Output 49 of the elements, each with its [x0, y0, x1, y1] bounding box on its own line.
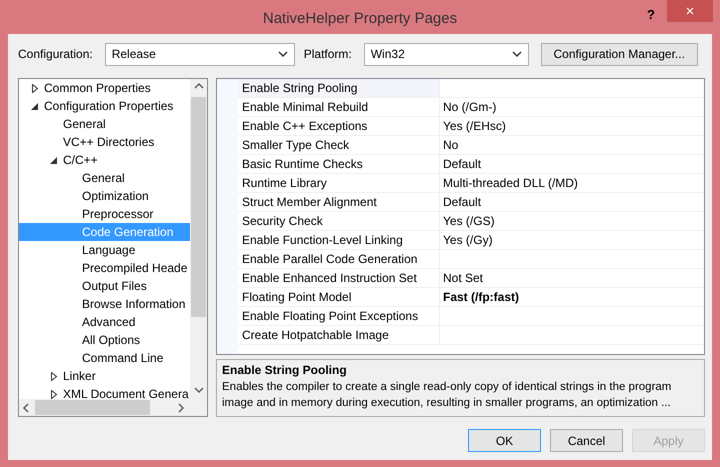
collapsed-triangle-icon[interactable]	[50, 372, 58, 380]
property-value[interactable]: Multi-threaded DLL (/MD)	[440, 174, 704, 192]
help-button[interactable]: ?	[638, 4, 664, 24]
configuration-label: Configuration:	[18, 47, 93, 61]
description-text: Enables the compiler to create a single read-only copy of identical strings in the program image and in memory during execution, resulting in smaller programs, an optimization ...	[222, 380, 672, 411]
tree-item[interactable]: All Options	[19, 331, 190, 349]
window-title: NativeHelper Property Pages	[262, 8, 458, 26]
tree-item[interactable]: Precompiled Heade	[19, 259, 190, 277]
property-value[interactable]: Not Set	[440, 269, 704, 287]
property-value[interactable]: Yes (/GS)	[440, 212, 704, 230]
tree-item[interactable]: Common Properties	[19, 79, 190, 97]
platform-dropdown[interactable]: Win32	[364, 42, 529, 66]
property-value[interactable]: Fast (/fp:fast)	[440, 288, 704, 306]
dialog-button[interactable]: Cancel	[550, 429, 623, 452]
property-value[interactable]: No (/Gm-)	[440, 98, 704, 116]
property-name[interactable]: Enable String Pooling	[238, 79, 440, 97]
property-value[interactable]: Yes (/EHsc)	[440, 117, 704, 135]
property-value[interactable]: Default	[440, 155, 704, 173]
configuration-dropdown[interactable]: Release	[104, 42, 295, 66]
tree-item[interactable]: XML Document Genera	[19, 385, 190, 399]
tree-item[interactable]: Command Line	[19, 349, 190, 367]
horizontal-scrollbar[interactable]	[19, 399, 190, 416]
collapsed-triangle-icon[interactable]	[30, 84, 38, 92]
configuration-manager-button[interactable]: Configuration Manager...	[540, 42, 698, 66]
tree-item[interactable]: General	[19, 169, 190, 187]
tree-item[interactable]: General	[19, 115, 190, 133]
dialog-button[interactable]: OK	[468, 429, 541, 452]
property-value[interactable]: Yes (/Gy)	[440, 231, 704, 249]
chevron-down-icon	[512, 51, 522, 57]
property-value[interactable]: No	[440, 136, 704, 154]
tree-item[interactable]: Preprocessor	[19, 205, 190, 223]
tree-item[interactable]: Browse Information	[19, 295, 190, 313]
tree-item[interactable]: Optimization	[19, 187, 190, 205]
tree-item[interactable]: Language	[19, 241, 190, 259]
collapsed-triangle-icon[interactable]	[50, 390, 58, 398]
platform-label: Platform:	[304, 47, 352, 61]
tree-item[interactable]: Configuration Properties	[19, 97, 190, 115]
description-title: Enable String Pooling	[222, 363, 348, 377]
tree-item[interactable]: Linker	[19, 367, 190, 385]
expanded-triangle-icon[interactable]	[30, 102, 38, 110]
close-button[interactable]: ×	[667, 0, 713, 22]
tree-item[interactable]: Output Files	[19, 277, 190, 295]
property-value[interactable]: Default	[440, 193, 704, 211]
tree-item[interactable]: Advanced	[19, 313, 190, 331]
tree-item[interactable]: VC++ Directories	[19, 133, 190, 151]
chevron-down-icon	[278, 51, 288, 57]
tree-item[interactable]: C/C++	[19, 151, 190, 169]
vertical-scrollbar[interactable]	[190, 79, 207, 399]
expanded-triangle-icon[interactable]	[50, 156, 58, 164]
